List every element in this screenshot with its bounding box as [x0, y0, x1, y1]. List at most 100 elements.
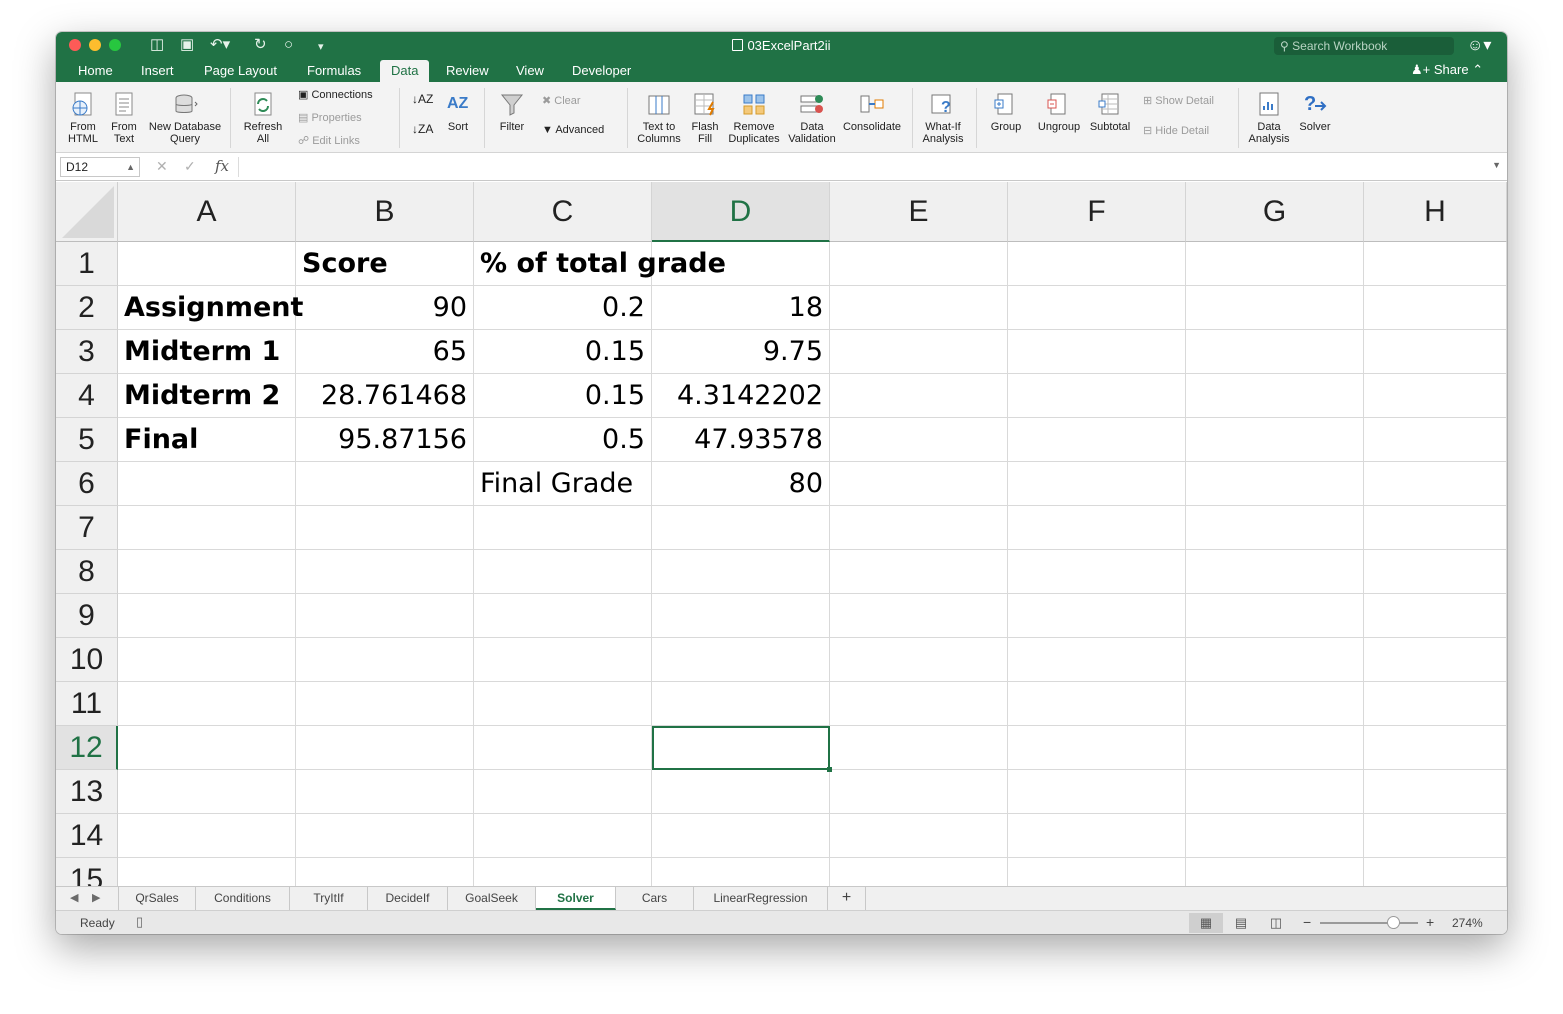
cell-a6[interactable]	[118, 462, 296, 506]
cell-b10[interactable]	[296, 638, 474, 682]
group-button[interactable]: Group	[984, 90, 1028, 133]
properties-button[interactable]: ▤ Properties	[298, 111, 362, 124]
column-header-f[interactable]: F	[1008, 182, 1186, 242]
tab-review[interactable]: Review	[446, 63, 489, 78]
cell-f6[interactable]	[1008, 462, 1186, 506]
cell-e14[interactable]	[830, 814, 1008, 858]
cell-f1[interactable]	[1008, 242, 1186, 286]
cell-h12[interactable]	[1364, 726, 1507, 770]
row-header-14[interactable]: 14	[56, 814, 118, 858]
cell-c5[interactable]: 0.5	[474, 418, 652, 462]
cell-f15[interactable]	[1008, 858, 1186, 886]
cell-a10[interactable]	[118, 638, 296, 682]
cell-e11[interactable]	[830, 682, 1008, 726]
sort-ascending-button[interactable]: ↓AZ	[412, 92, 433, 106]
row-header-7[interactable]: 7	[56, 506, 118, 550]
sheet-tab-cars[interactable]: Cars	[616, 887, 694, 910]
row-header-4[interactable]: 4	[56, 374, 118, 418]
insert-function-icon[interactable]: fx	[215, 157, 229, 175]
tab-home[interactable]: Home	[78, 63, 113, 78]
cell-h14[interactable]	[1364, 814, 1507, 858]
add-sheet-button[interactable]: +	[828, 887, 866, 910]
from-html-button[interactable]: From HTML	[64, 90, 102, 145]
cell-d9[interactable]	[652, 594, 830, 638]
cell-f10[interactable]	[1008, 638, 1186, 682]
cell-g15[interactable]	[1186, 858, 1364, 886]
cell-a15[interactable]	[118, 858, 296, 886]
cell-a3[interactable]: Midterm 1	[118, 330, 296, 374]
consolidate-button[interactable]: Consolidate	[840, 90, 904, 133]
name-box-stepper-icon[interactable]: ▲	[126, 158, 135, 176]
solver-button[interactable]: ? Solver	[1294, 90, 1336, 133]
cell-b8[interactable]	[296, 550, 474, 594]
cell-d3[interactable]: 9.75	[652, 330, 830, 374]
cell-d7[interactable]	[652, 506, 830, 550]
cell-f8[interactable]	[1008, 550, 1186, 594]
cell-e15[interactable]	[830, 858, 1008, 886]
cell-f12[interactable]	[1008, 726, 1186, 770]
fill-handle[interactable]	[827, 767, 832, 772]
cell-b9[interactable]	[296, 594, 474, 638]
cell-g2[interactable]	[1186, 286, 1364, 330]
cell-e9[interactable]	[830, 594, 1008, 638]
hide-detail-button[interactable]: ⊟ Hide Detail	[1143, 124, 1209, 137]
cell-c4[interactable]: 0.15	[474, 374, 652, 418]
zoom-slider-handle[interactable]	[1387, 916, 1400, 929]
cell-c7[interactable]	[474, 506, 652, 550]
zoom-slider-track[interactable]	[1320, 922, 1418, 924]
cell-h7[interactable]	[1364, 506, 1507, 550]
confirm-entry-icon[interactable]: ✓	[184, 158, 196, 175]
column-header-h[interactable]: H	[1364, 182, 1507, 242]
row-header-11[interactable]: 11	[56, 682, 118, 726]
row-header-9[interactable]: 9	[56, 594, 118, 638]
row-header-2[interactable]: 2	[56, 286, 118, 330]
row-header-13[interactable]: 13	[56, 770, 118, 814]
cell-a1[interactable]	[118, 242, 296, 286]
cell-c14[interactable]	[474, 814, 652, 858]
cell-f4[interactable]	[1008, 374, 1186, 418]
cell-e7[interactable]	[830, 506, 1008, 550]
cell-f14[interactable]	[1008, 814, 1186, 858]
cell-g10[interactable]	[1186, 638, 1364, 682]
cell-d5[interactable]: 47.93578	[652, 418, 830, 462]
cell-d11[interactable]	[652, 682, 830, 726]
edit-links-button[interactable]: ☍ Edit Links	[298, 134, 360, 147]
advanced-filter-button[interactable]: ▼ Advanced	[542, 124, 604, 136]
column-header-g[interactable]: G	[1186, 182, 1364, 242]
feedback-smiley-icon[interactable]: ☺▾	[1467, 35, 1491, 55]
row-header-3[interactable]: 3	[56, 330, 118, 374]
cell-h15[interactable]	[1364, 858, 1507, 886]
cell-f2[interactable]	[1008, 286, 1186, 330]
cell-c3[interactable]: 0.15	[474, 330, 652, 374]
tab-developer[interactable]: Developer	[572, 63, 631, 78]
sheet-tab-conditions[interactable]: Conditions	[196, 887, 290, 910]
cell-g4[interactable]	[1186, 374, 1364, 418]
cell-h6[interactable]	[1364, 462, 1507, 506]
cell-g11[interactable]	[1186, 682, 1364, 726]
cell-a11[interactable]	[118, 682, 296, 726]
zoom-out-icon[interactable]: −	[1303, 914, 1311, 930]
row-header-8[interactable]: 8	[56, 550, 118, 594]
column-header-a[interactable]: A	[118, 182, 296, 242]
data-analysis-button[interactable]: Data Analysis	[1244, 90, 1294, 145]
cell-c12[interactable]	[474, 726, 652, 770]
cell-e1[interactable]	[830, 242, 1008, 286]
cell-c2[interactable]: 0.2	[474, 286, 652, 330]
subtotal-button[interactable]: Subtotal	[1086, 90, 1134, 133]
row-header-5[interactable]: 5	[56, 418, 118, 462]
show-detail-button[interactable]: ⊞ Show Detail	[1143, 94, 1214, 107]
page-break-view-button[interactable]: ◫	[1259, 913, 1293, 933]
cell-d12[interactable]	[652, 726, 830, 770]
cell-f3[interactable]	[1008, 330, 1186, 374]
cell-h10[interactable]	[1364, 638, 1507, 682]
cell-b1[interactable]: Score	[296, 242, 474, 286]
connections-button[interactable]: ▣ Connections	[298, 88, 373, 101]
cell-g14[interactable]	[1186, 814, 1364, 858]
cell-c8[interactable]	[474, 550, 652, 594]
cell-c6[interactable]: Final Grade	[474, 462, 652, 506]
text-to-columns-button[interactable]: Text to Columns	[634, 90, 684, 145]
cell-e10[interactable]	[830, 638, 1008, 682]
tab-data[interactable]: Data	[380, 60, 430, 82]
cell-e5[interactable]	[830, 418, 1008, 462]
flash-fill-button[interactable]: Flash Fill	[688, 90, 722, 145]
